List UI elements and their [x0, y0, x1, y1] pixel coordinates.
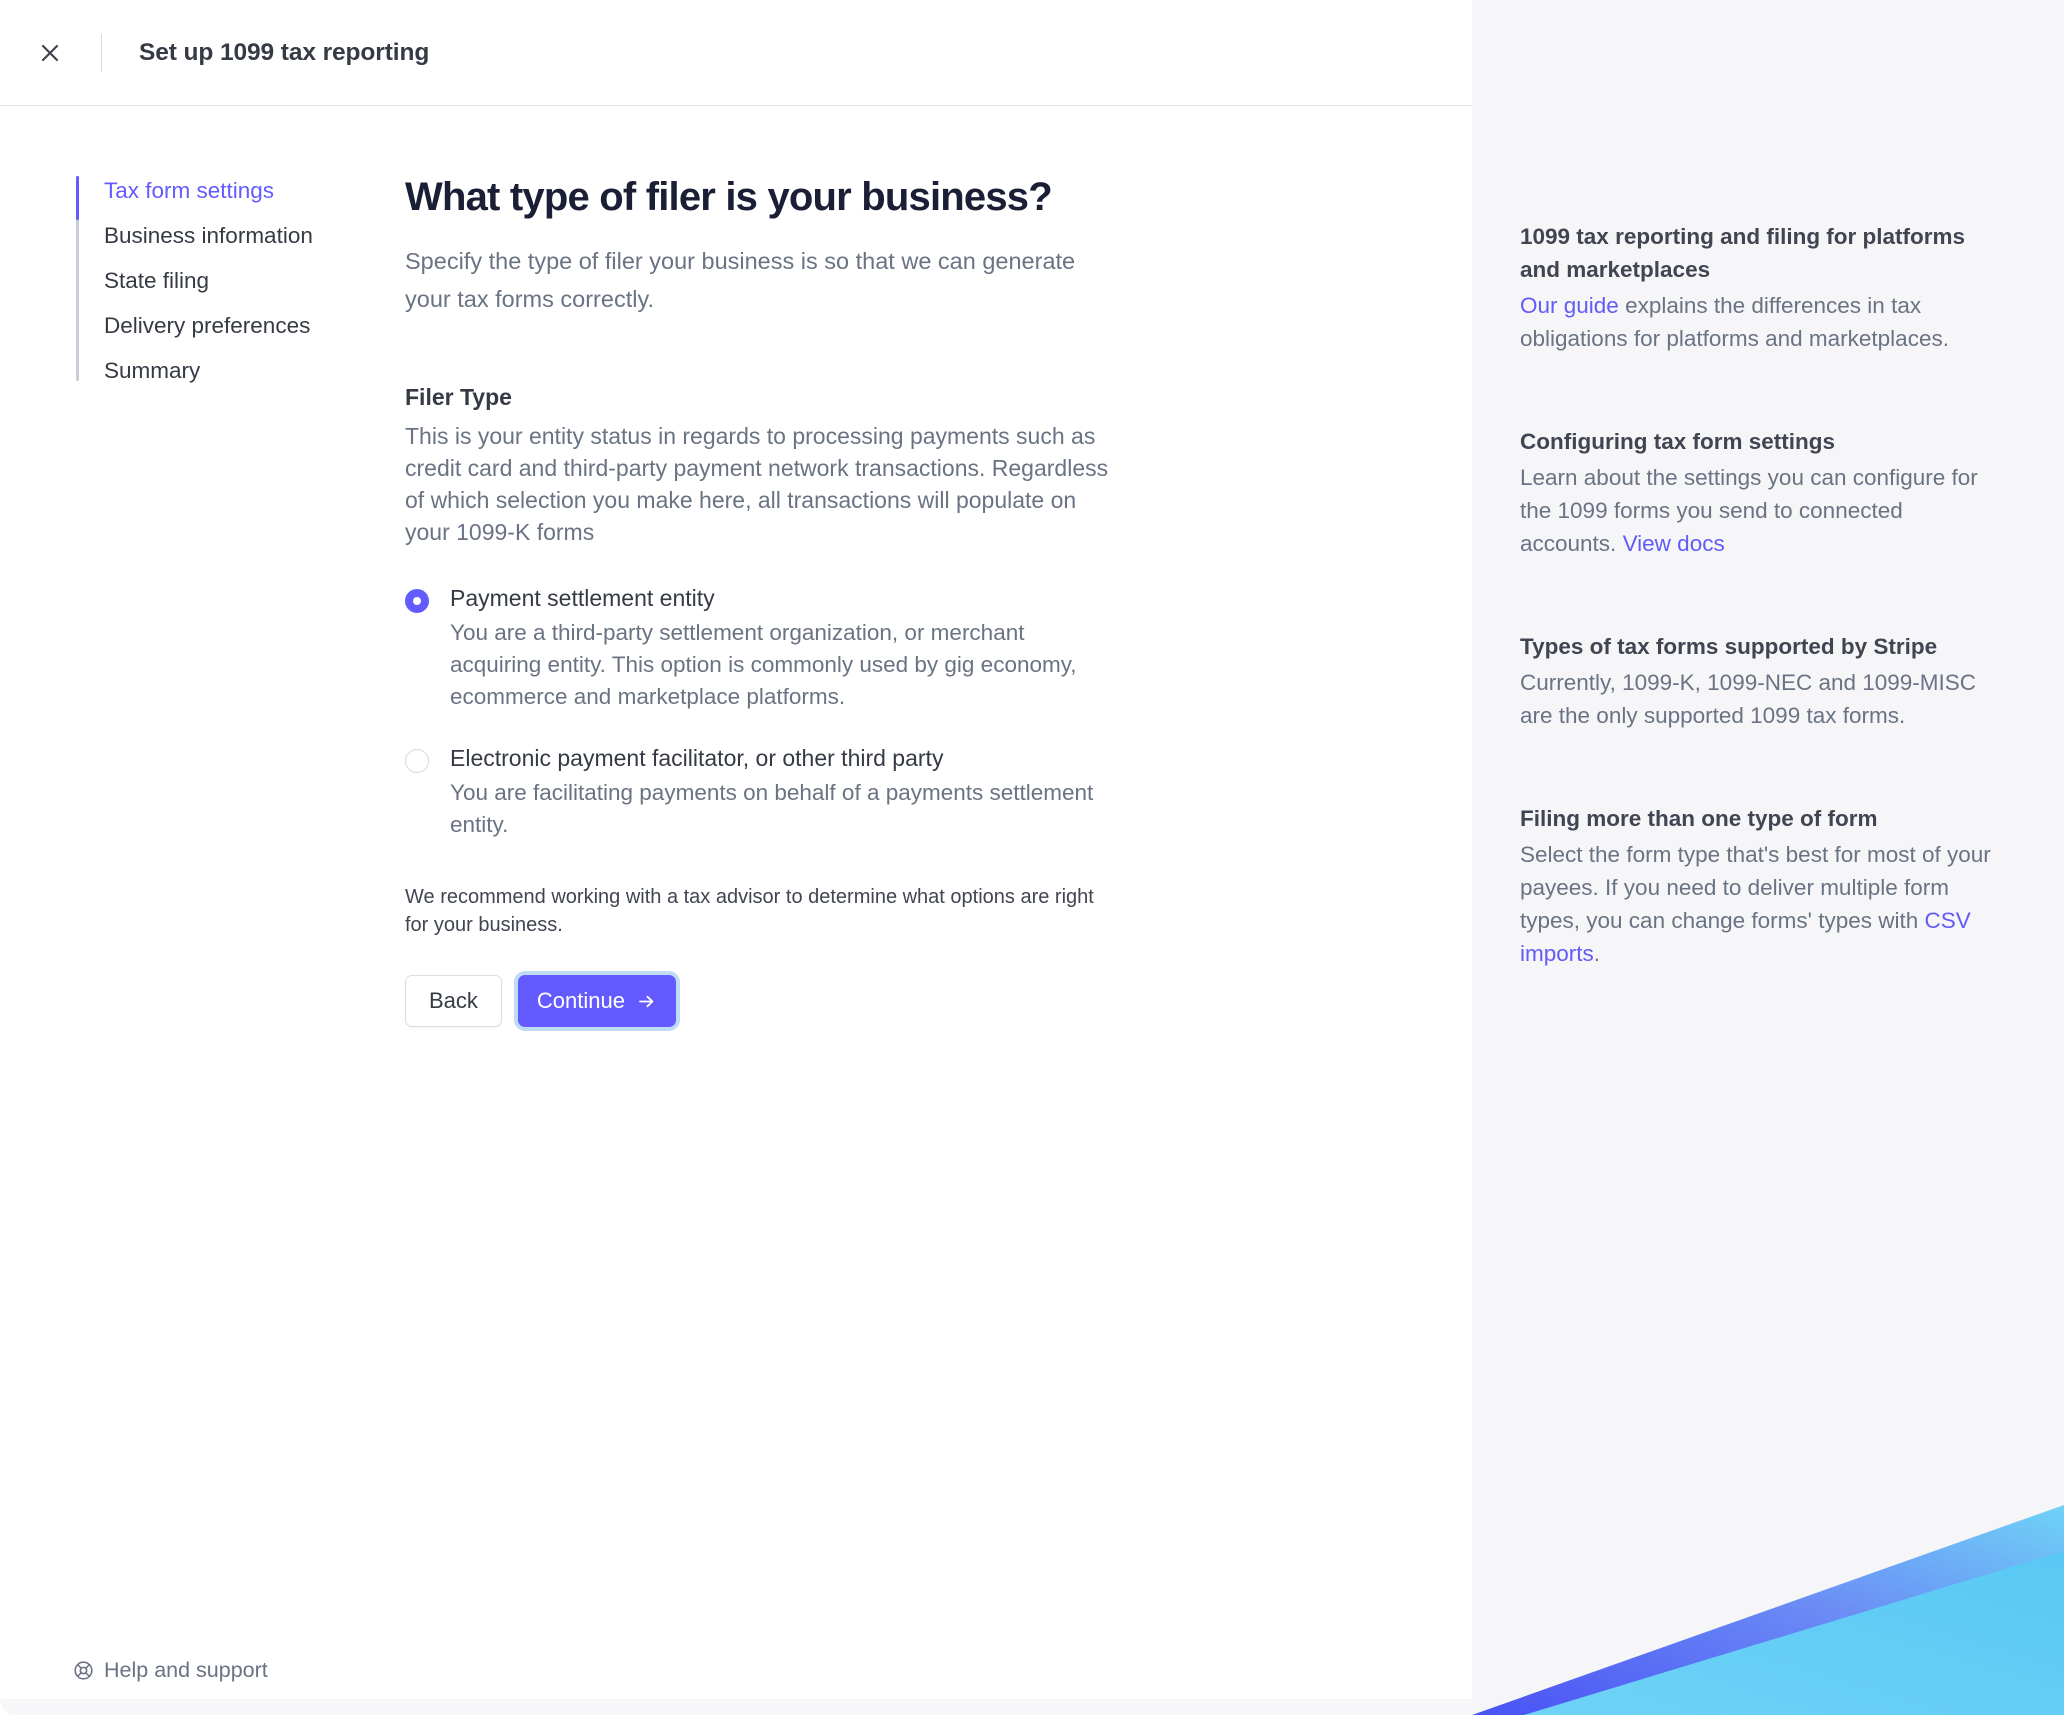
radio-unselected-icon[interactable]	[405, 749, 429, 773]
continue-button[interactable]: Continue	[517, 975, 676, 1027]
help-and-support-label: Help and support	[104, 1657, 268, 1682]
filer-type-description: This is your entity status in regards to…	[405, 423, 1109, 545]
side-panel-block-multiple-forms: Filing more than one type of form Select…	[1520, 802, 1996, 970]
page-header: Set up 1099 tax reporting	[0, 0, 1472, 106]
side-panel-block-title: Types of tax forms supported by Stripe	[1520, 634, 1938, 659]
page-body: Tax form settings Business information S…	[0, 106, 1472, 1715]
content-heading: What type of filer is your business?	[405, 175, 1053, 219]
radio-option-electronic-payment-facilitator[interactable]: Electronic payment facilitator, or other…	[405, 743, 1120, 841]
main-column: Set up 1099 tax reporting Tax form setti…	[0, 0, 1472, 1715]
tax-advisor-note: We recommend working with a tax advisor …	[405, 886, 1094, 936]
sidebar-item-summary[interactable]: Summary	[104, 348, 330, 393]
close-button[interactable]	[24, 27, 76, 79]
back-button[interactable]: Back	[405, 975, 502, 1027]
radio-option-payment-settlement-entity[interactable]: Payment settlement entity You are a thir…	[405, 583, 1120, 713]
stepper-list: Tax form settings Business information S…	[76, 168, 330, 393]
sidebar-item-business-information[interactable]: Business information	[104, 213, 330, 258]
side-panel-block-title: Configuring tax form settings	[1520, 429, 1835, 454]
radio-option-description: You are facilitating payments on behalf …	[450, 780, 1094, 837]
tax-reporting-setup-page: Set up 1099 tax reporting Tax form setti…	[0, 0, 2064, 1715]
side-panel-block-body: Currently, 1099-K, 1099-NEC and 1099-MIS…	[1520, 670, 1977, 728]
continue-button-label: Continue	[536, 988, 625, 1013]
radio-option-title: Electronic payment facilitator, or other…	[450, 745, 944, 771]
decorative-corner-graphic	[1472, 1505, 2064, 1715]
content-column: What type of filer is your business? Spe…	[330, 168, 1120, 1715]
side-panel-block-configuring: Configuring tax form settings Learn abou…	[1520, 425, 1996, 560]
filer-type-radio-group: Payment settlement entity You are a thir…	[405, 583, 1120, 841]
content-subtitle: Specify the type of filer your business …	[405, 248, 1076, 312]
form-actions: Back Continue	[405, 971, 1120, 1031]
side-panel-block-guide: 1099 tax reporting and filing for platfo…	[1520, 220, 1996, 355]
radio-selected-icon[interactable]	[405, 589, 429, 613]
radio-option-description: You are a third-party settlement organiz…	[450, 620, 1077, 709]
sidebar-item-delivery-preferences[interactable]: Delivery preferences	[104, 303, 330, 348]
radio-option-title: Payment settlement entity	[450, 585, 715, 611]
arrow-right-icon	[636, 991, 657, 1012]
header-divider	[101, 33, 102, 72]
stepper-active-indicator	[76, 176, 79, 220]
lifebuoy-icon	[73, 1660, 94, 1681]
side-panel-block-body: Learn about the settings you can configu…	[1520, 461, 1996, 560]
side-panel-block-title: Filing more than one type of form	[1520, 806, 1878, 831]
sidebar-item-state-filing[interactable]: State filing	[104, 258, 330, 303]
page-title: Set up 1099 tax reporting	[139, 38, 430, 66]
sidebar-item-tax-form-settings[interactable]: Tax form settings	[104, 168, 330, 213]
side-panel-block-form-types: Types of tax forms supported by Stripe C…	[1520, 630, 1996, 732]
help-side-panel: 1099 tax reporting and filing for platfo…	[1472, 0, 2064, 1715]
side-panel-block-text-after: .	[1593, 941, 1601, 966]
help-and-support-link[interactable]: Help and support	[73, 1658, 268, 1683]
setup-stepper-nav: Tax form settings Business information S…	[0, 168, 330, 1715]
side-panel-block-body: Select the form type that's best for mos…	[1520, 838, 1996, 970]
view-docs-link[interactable]: View docs	[1623, 531, 1725, 556]
close-icon	[38, 41, 62, 65]
radio-option-text-group: Payment settlement entity You are a thir…	[450, 583, 1120, 713]
our-guide-link[interactable]: Our guide	[1520, 293, 1619, 318]
side-panel-block-text: Select the form type that's best for mos…	[1520, 842, 1991, 933]
side-panel-block-body: Our guide explains the differences in ta…	[1520, 289, 1996, 355]
side-panel-block-text: Learn about the settings you can configu…	[1520, 465, 1978, 556]
page-footer: Help and support	[0, 1625, 1472, 1715]
filer-type-label: Filer Type	[405, 384, 512, 410]
side-panel-block-title: 1099 tax reporting and filing for platfo…	[1520, 224, 1966, 282]
radio-option-text-group: Electronic payment facilitator, or other…	[450, 743, 1120, 841]
continue-button-focus-ring: Continue	[513, 971, 680, 1031]
